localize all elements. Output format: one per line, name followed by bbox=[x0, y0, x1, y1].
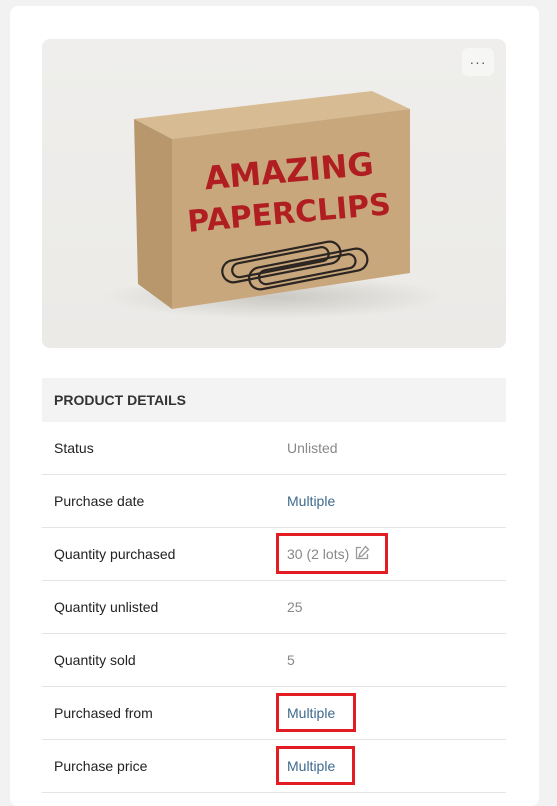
detail-row-quantity-unlisted: Quantity unlisted 25 bbox=[42, 581, 506, 634]
more-icon: ··· bbox=[469, 54, 487, 70]
row-label: Purchased from bbox=[54, 705, 153, 721]
row-label: Purchase date bbox=[54, 493, 145, 509]
detail-row-status: Status Unlisted bbox=[42, 422, 506, 475]
detail-row-purchase-date: Purchase date Multiple bbox=[42, 475, 506, 528]
detail-row-quantity-sold: Quantity sold 5 bbox=[42, 634, 506, 687]
row-label: Quantity purchased bbox=[54, 546, 176, 562]
product-details-header: PRODUCT DETAILS bbox=[42, 378, 506, 422]
detail-row-purchase-price: Purchase price Multiple bbox=[42, 740, 506, 793]
row-label: Quantity unlisted bbox=[54, 599, 159, 615]
detail-row-purchased-from: Purchased from Multiple bbox=[42, 687, 506, 740]
row-label: Status bbox=[54, 440, 94, 456]
product-image: AMAZING PAPERCLIPS bbox=[42, 39, 506, 348]
section-title: PRODUCT DETAILS bbox=[54, 392, 186, 408]
highlight-quantity-purchased bbox=[276, 533, 388, 574]
row-label: Quantity sold bbox=[54, 652, 136, 668]
more-options-button[interactable]: ··· bbox=[462, 48, 494, 76]
quantity-unlisted-value: 25 bbox=[287, 599, 303, 615]
row-label: Purchase price bbox=[54, 758, 148, 774]
purchase-date-link[interactable]: Multiple bbox=[287, 475, 335, 527]
quantity-sold-value: 5 bbox=[287, 652, 295, 668]
detail-row-quantity-purchased: Quantity purchased 30 (2 lots) bbox=[42, 528, 506, 581]
highlight-purchase-price bbox=[276, 746, 355, 785]
status-value: Unlisted bbox=[287, 440, 338, 456]
highlight-purchased-from bbox=[276, 693, 356, 732]
